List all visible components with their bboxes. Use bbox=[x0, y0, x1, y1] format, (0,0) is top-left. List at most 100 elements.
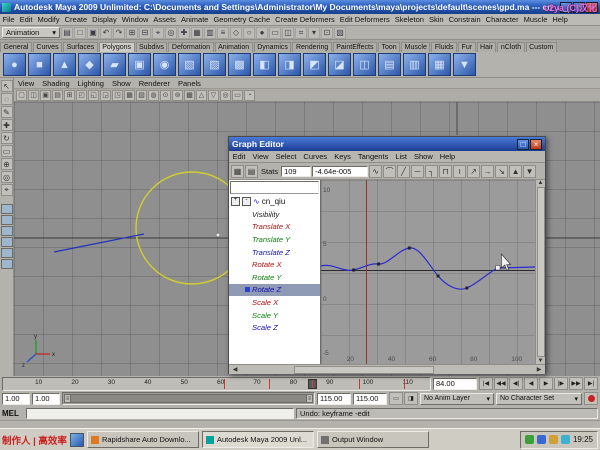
menu-item[interactable]: Display bbox=[90, 15, 120, 24]
task-button[interactable]: Rapidshare Auto Downlo... bbox=[87, 431, 199, 448]
horizontal-scroll-thumb[interactable] bbox=[294, 366, 434, 374]
tray-icon[interactable] bbox=[561, 435, 570, 444]
quick-launch-icon[interactable] bbox=[70, 433, 84, 447]
menu-item[interactable]: Edit Deformers bbox=[337, 15, 392, 24]
tangent-tool-icon[interactable]: ┐ bbox=[425, 165, 438, 178]
task-button[interactable]: Output Window bbox=[317, 431, 429, 448]
layout-button[interactable] bbox=[1, 204, 13, 214]
channel-row[interactable]: Translate Y bbox=[229, 233, 320, 246]
graph-editor-menu-item[interactable]: Help bbox=[436, 152, 458, 161]
shelf-tool-icon[interactable]: ▤ bbox=[378, 53, 401, 76]
menu-item[interactable]: Window bbox=[119, 15, 151, 24]
graph-editor-menu-item[interactable]: Tangents bbox=[354, 152, 391, 161]
tangent-tool-icon[interactable]: ↘ bbox=[495, 165, 508, 178]
panel-tool-icon[interactable]: ◲ bbox=[100, 90, 111, 101]
shelf-tab[interactable]: Toon bbox=[378, 42, 400, 52]
scroll-up-icon[interactable]: ▲ bbox=[538, 180, 544, 186]
panel-tool-icon[interactable]: ◔ bbox=[244, 90, 255, 101]
mel-label[interactable]: MEL bbox=[2, 409, 24, 418]
tangent-tool-icon[interactable]: ╱ bbox=[397, 165, 410, 178]
channel-row[interactable]: Visibility bbox=[229, 208, 320, 221]
status-icon[interactable]: ⊟ bbox=[139, 27, 151, 39]
vertical-scroll-thumb[interactable] bbox=[537, 187, 545, 357]
menu-item[interactable]: Help bbox=[550, 15, 570, 24]
tray-icon[interactable] bbox=[537, 435, 546, 444]
tool-icon[interactable]: ✚ bbox=[1, 119, 13, 131]
scroll-right-icon[interactable]: ▶ bbox=[533, 366, 545, 373]
shelf-tab[interactable]: Polygons bbox=[99, 42, 135, 52]
tray-icon[interactable] bbox=[549, 435, 558, 444]
status-icon[interactable]: ○ bbox=[243, 27, 255, 39]
transport-button[interactable]: ◀| bbox=[509, 377, 523, 390]
panel-menu-item[interactable]: Panels bbox=[174, 79, 205, 88]
panel-tool-icon[interactable]: ▢ bbox=[16, 90, 27, 101]
graph-curve-area[interactable]: 1050-5 20406080100 bbox=[321, 180, 535, 364]
transport-button[interactable]: ◀◀ bbox=[494, 377, 508, 390]
layout-button[interactable] bbox=[1, 215, 13, 225]
shelf-tab[interactable]: Surfaces bbox=[63, 42, 98, 52]
playback-end-field[interactable]: 115.00 bbox=[317, 393, 351, 405]
horizontal-scroll-track[interactable] bbox=[241, 366, 533, 374]
shelf-tool-icon[interactable]: ▣ bbox=[128, 53, 151, 76]
time-slider[interactable]: 102030405060708090100110 bbox=[2, 377, 431, 391]
panel-tool-icon[interactable]: ▦ bbox=[124, 90, 135, 101]
panel-menu-item[interactable]: View bbox=[14, 79, 38, 88]
panel-menu-item[interactable]: Show bbox=[108, 79, 135, 88]
status-icon[interactable]: ▧ bbox=[334, 27, 346, 39]
rotate-z-curve[interactable] bbox=[321, 248, 535, 289]
transport-button[interactable]: ◀ bbox=[524, 377, 538, 390]
menu-item[interactable]: File bbox=[0, 15, 17, 24]
panel-tool-icon[interactable]: ▭ bbox=[232, 90, 243, 101]
auto-keyframe-button[interactable] bbox=[584, 392, 598, 405]
menu-item[interactable]: Constrain bbox=[446, 15, 483, 24]
status-icon[interactable]: ▾ bbox=[308, 27, 320, 39]
tangent-tool-icon[interactable]: ▲ bbox=[509, 165, 522, 178]
tool-icon[interactable]: ◎ bbox=[1, 171, 13, 183]
graph-horizontal-scrollbar[interactable]: ◀ ▶ bbox=[229, 364, 545, 374]
channel-row[interactable]: Scale Y bbox=[229, 309, 320, 322]
current-frame-field[interactable]: 84.00 bbox=[433, 378, 477, 390]
menu-set-dropdown[interactable]: Animation ▾ bbox=[2, 27, 60, 38]
transport-button[interactable]: ▶ bbox=[539, 377, 553, 390]
range-option-button[interactable]: ▭ bbox=[389, 392, 403, 405]
panel-menu-item[interactable]: Shading bbox=[38, 79, 74, 88]
menu-item[interactable]: Create Deformers bbox=[273, 15, 338, 24]
shelf-tool-icon[interactable]: ◩ bbox=[303, 53, 326, 76]
menu-item[interactable]: Animate bbox=[178, 15, 211, 24]
status-icon[interactable]: ⌖ bbox=[152, 27, 164, 39]
character-set-dropdown[interactable]: No Character Set ▾ bbox=[496, 393, 582, 405]
tool-icon[interactable]: ◌ bbox=[1, 93, 13, 105]
shelf-tab[interactable]: General bbox=[0, 42, 32, 52]
menu-item[interactable]: Geometry Cache bbox=[211, 15, 273, 24]
panel-tool-icon[interactable]: ◰ bbox=[76, 90, 87, 101]
shelf-tab[interactable]: PaintEffects bbox=[333, 42, 377, 52]
tray-icon[interactable] bbox=[525, 435, 534, 444]
range-start-handle[interactable]: ≡ bbox=[64, 394, 71, 403]
key-dot[interactable] bbox=[465, 287, 468, 290]
graph-tool-icon[interactable]: ▤ bbox=[245, 165, 258, 178]
shelf-tab[interactable]: Curves bbox=[33, 42, 62, 52]
channel-row[interactable]: Rotate X bbox=[229, 258, 320, 271]
key-dot[interactable] bbox=[352, 269, 355, 272]
shelf-tool-icon[interactable]: ▰ bbox=[103, 53, 126, 76]
panel-tool-icon[interactable]: ▣ bbox=[40, 90, 51, 101]
shelf-tool-icon[interactable]: ◆ bbox=[78, 53, 101, 76]
tool-icon[interactable]: ⌖ bbox=[1, 184, 13, 196]
mel-input[interactable] bbox=[26, 408, 294, 419]
shelf-tool-icon[interactable]: ◨ bbox=[278, 53, 301, 76]
selected-key[interactable] bbox=[496, 266, 500, 271]
status-icon[interactable]: ≡ bbox=[217, 27, 229, 39]
task-button[interactable]: Autodesk Maya 2009 Unl... bbox=[202, 431, 314, 448]
status-icon[interactable]: ↷ bbox=[113, 27, 125, 39]
shelf-tab[interactable]: Dynamics bbox=[254, 42, 292, 52]
graph-editor-maximize-button[interactable]: □ bbox=[517, 139, 529, 150]
anim-layer-dropdown[interactable]: No Anim Layer ▾ bbox=[420, 393, 494, 405]
tool-icon[interactable]: ↻ bbox=[1, 132, 13, 144]
menu-item[interactable]: Character bbox=[483, 15, 521, 24]
status-icon[interactable]: ⊞ bbox=[126, 27, 138, 39]
tool-icon[interactable]: ⊕ bbox=[1, 158, 13, 170]
status-icon[interactable]: ⊡ bbox=[321, 27, 333, 39]
layout-button[interactable] bbox=[1, 237, 13, 247]
graph-editor-menu-item[interactable]: Select bbox=[272, 152, 300, 161]
layout-button[interactable] bbox=[1, 248, 13, 258]
